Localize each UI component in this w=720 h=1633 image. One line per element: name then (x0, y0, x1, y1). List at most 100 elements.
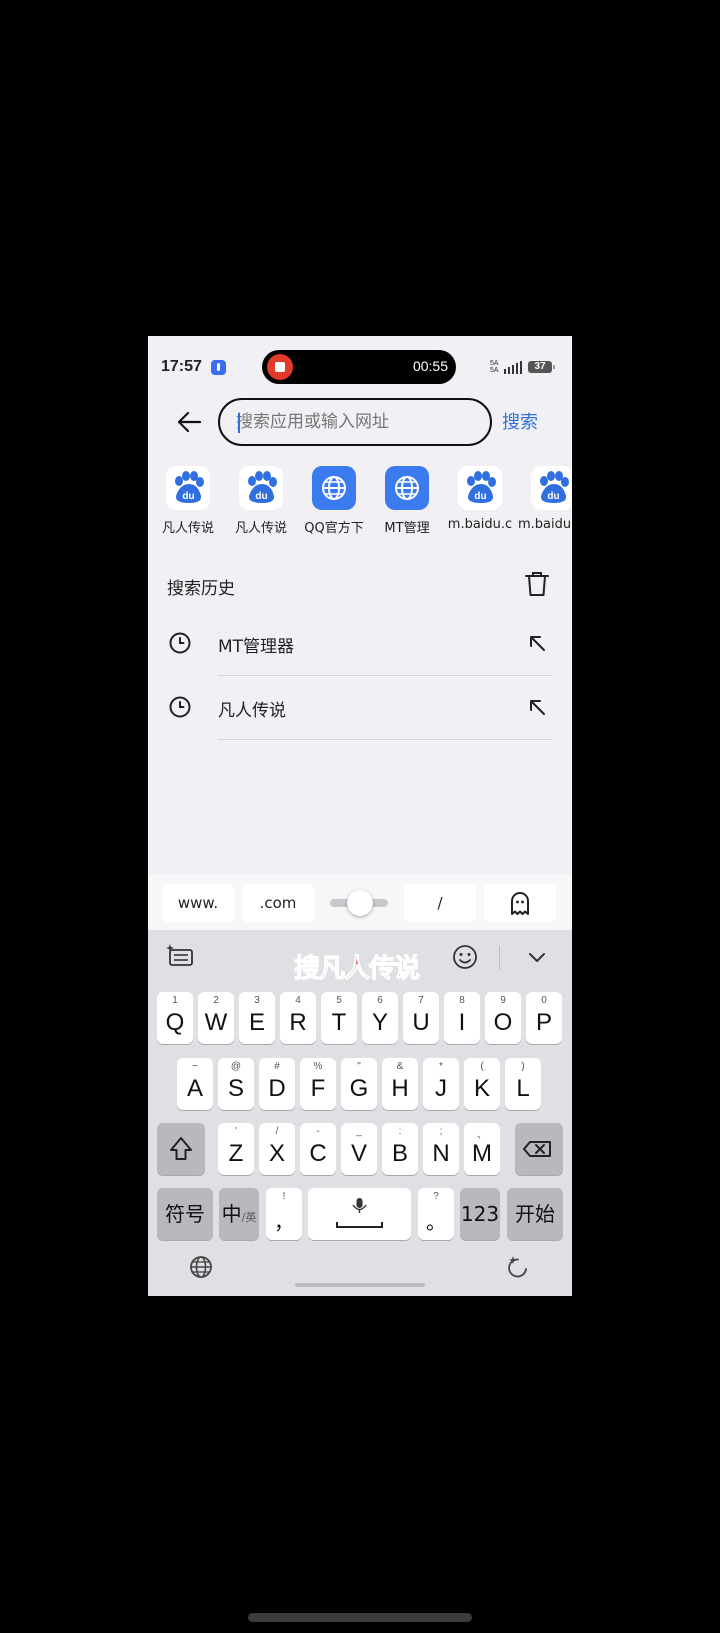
key-w[interactable]: 2W (198, 992, 234, 1044)
signal-icon: 5A 5A (490, 360, 524, 374)
key-k[interactable]: (K (464, 1058, 500, 1110)
clear-history-button[interactable] (524, 570, 550, 598)
shortcut-item[interactable]: QQ官方下 (299, 466, 369, 542)
arrow-up-left-icon[interactable] (526, 696, 548, 718)
space-key[interactable] (308, 1188, 411, 1240)
comma-key[interactable]: !， (266, 1188, 302, 1240)
lang-main: 中 (221, 1202, 242, 1226)
overlay-caption: 搜凡人传说 (293, 954, 420, 985)
quick-input-bar: www. .com / (148, 874, 572, 930)
key-c[interactable]: -C (300, 1123, 336, 1175)
key-s[interactable]: @ S (218, 1058, 254, 1110)
key-t[interactable]: 5T (321, 992, 357, 1044)
shortcut-item[interactable]: MT管理 (372, 466, 442, 542)
key-o[interactable]: 9O (485, 992, 521, 1044)
key-i[interactable]: 8I (444, 992, 480, 1044)
ai-refresh-icon[interactable] (504, 1253, 532, 1281)
shortcut-label: 凡人传说 (161, 521, 214, 536)
shortcut-label: m.baidu (518, 517, 572, 532)
stop-recording-icon[interactable] (267, 354, 293, 380)
com-key[interactable]: .com (242, 884, 314, 922)
key-a[interactable]: ~ A (177, 1058, 213, 1110)
history-item-text: MT管理器 (218, 637, 295, 657)
key-u[interactable]: 7U (403, 992, 439, 1044)
shortcut-label: MT管理 (384, 521, 430, 536)
arrow-left-icon (177, 411, 202, 433)
status-time: 17:57 (161, 358, 202, 375)
phone-screen: 17:57 00:55 5A 5A 37 搜索 du 凡人传说 du 凡人传 (148, 336, 572, 1296)
trash-icon (525, 572, 549, 596)
period-key[interactable]: ?。 (418, 1188, 454, 1240)
slash-key[interactable]: / (404, 884, 476, 922)
cursor-slider-knob[interactable] (347, 890, 373, 916)
key-j[interactable]: * J (423, 1058, 459, 1110)
ghost-mode-button[interactable] (484, 884, 556, 922)
svg-text:du: du (255, 491, 267, 502)
shortcut-item[interactable]: du m.baidu (518, 466, 572, 542)
search-button[interactable]: 搜索 (502, 408, 538, 434)
key-p[interactable]: 0P (526, 992, 562, 1044)
shortcut-item[interactable]: du m.baidu.c (445, 466, 515, 542)
microphone-icon (336, 1198, 383, 1228)
history-title: 搜索历史 (167, 579, 235, 599)
svg-text:du: du (547, 491, 559, 502)
key-g[interactable]: " G (341, 1058, 377, 1110)
history-item[interactable]: 凡人传说 (148, 676, 572, 740)
search-box[interactable] (218, 398, 492, 446)
recording-timer: 00:55 (412, 358, 448, 374)
go-key[interactable]: 开始 (507, 1188, 563, 1240)
history-item[interactable]: MT管理器 (148, 612, 572, 676)
shift-key[interactable] (157, 1123, 205, 1175)
status-bar: 17:57 00:55 5A 5A 37 (148, 336, 572, 396)
toolbar-divider (499, 946, 500, 970)
shortcut-item[interactable]: du 凡人传说 (226, 466, 296, 542)
chevron-down-icon[interactable] (520, 940, 554, 974)
key-f[interactable]: % F (300, 1058, 336, 1110)
ghost-icon (511, 892, 529, 915)
key-q[interactable]: 1Q (157, 992, 193, 1044)
language-key[interactable]: 中/英 (219, 1188, 259, 1240)
shift-icon (170, 1137, 192, 1160)
key-v[interactable]: _ V (341, 1123, 377, 1175)
key-n[interactable]: ; N (423, 1123, 459, 1175)
globe-icon (385, 466, 429, 510)
baidu-paw-icon: du (239, 466, 283, 510)
back-button[interactable] (172, 404, 208, 440)
baidu-paw-icon: du (458, 466, 502, 510)
svg-text:du: du (182, 491, 194, 502)
text-caret (238, 413, 240, 433)
backspace-key[interactable] (515, 1123, 563, 1175)
screen-recording-pill[interactable]: 00:55 (262, 350, 456, 384)
key-l[interactable]: ) L (505, 1058, 541, 1110)
symbols-key[interactable]: 符号 (157, 1188, 213, 1240)
clock-icon (169, 696, 191, 718)
key-m[interactable]: 、 M (464, 1123, 500, 1175)
www-key[interactable]: www. (162, 884, 234, 922)
emoji-icon[interactable] (448, 940, 482, 974)
lang-sub: /英 (241, 1211, 257, 1224)
arrow-up-left-icon[interactable] (526, 632, 548, 654)
backspace-icon (523, 1141, 551, 1157)
key-r[interactable]: 4R (280, 992, 316, 1044)
key-y[interactable]: 6Y (362, 992, 398, 1044)
search-input[interactable] (236, 400, 476, 444)
key-x[interactable]: / X (259, 1123, 295, 1175)
sim2-label: 5A (490, 367, 499, 374)
key-e[interactable]: 3E (239, 992, 275, 1044)
shortcut-item[interactable]: du 凡人传说 (153, 466, 223, 542)
audio-indicator-icon (211, 360, 226, 375)
keyboard-ai-icon[interactable] (164, 940, 198, 974)
key-b[interactable]: :B (382, 1123, 418, 1175)
key-h[interactable]: & H (382, 1058, 418, 1110)
numbers-key[interactable]: 123 (460, 1188, 500, 1240)
history-item-text: 凡人传说 (218, 701, 286, 721)
keyboard: 搜凡人传说 1Q 2W 3E 4R 5T 6Y 7U 8I 9O 0P ~ A @… (148, 930, 572, 1296)
shortcut-label: QQ官方下 (304, 521, 364, 536)
key-d[interactable]: # D (259, 1058, 295, 1110)
key-z[interactable]: ' Z (218, 1123, 254, 1175)
globe-icon[interactable] (188, 1254, 214, 1280)
divider (218, 739, 552, 740)
shortcut-label: 凡人传说 (234, 521, 287, 536)
svg-text:du: du (474, 491, 486, 502)
clock-icon (169, 632, 191, 654)
